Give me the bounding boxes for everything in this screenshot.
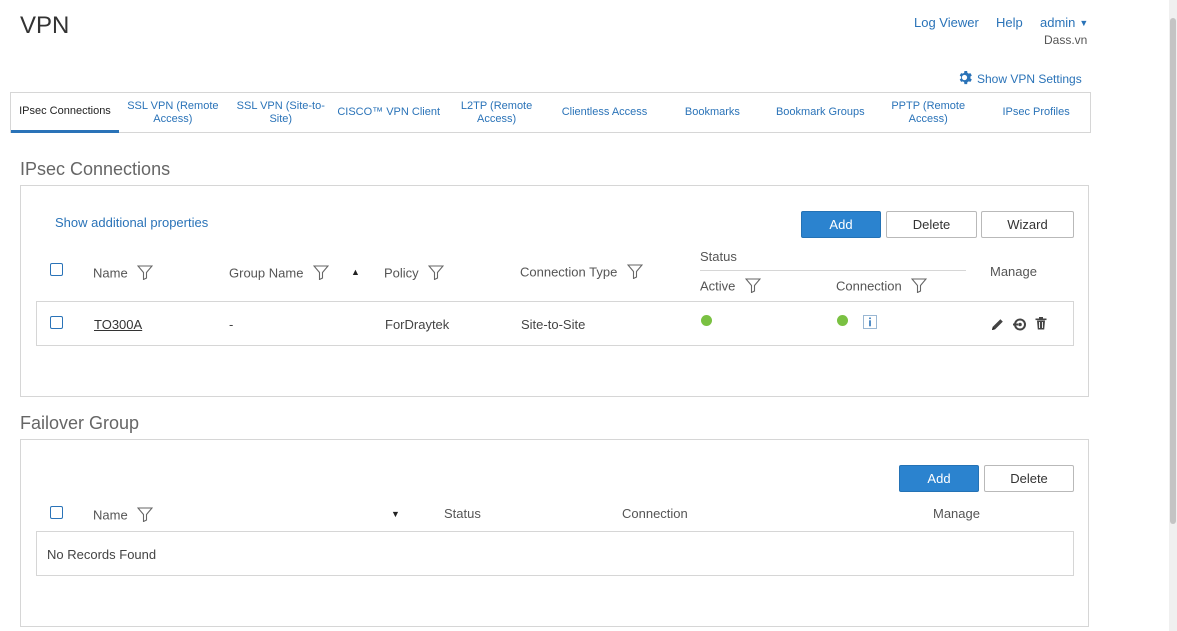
sort-descending-icon[interactable]: ▼ <box>391 509 400 519</box>
column-group-name: Group Name <box>229 265 330 283</box>
user-menu[interactable]: admin ▼ <box>1040 15 1088 30</box>
no-records-text: No Records Found <box>47 547 157 562</box>
add-failover-button[interactable]: Add <box>899 465 979 492</box>
column-connection: Connection <box>836 278 928 296</box>
tab-ipsec-connections[interactable]: IPsec Connections <box>11 93 119 133</box>
column-active-label: Active <box>700 278 736 294</box>
column-name: Name <box>93 265 154 283</box>
add-connection-button[interactable]: Add <box>801 211 881 238</box>
column-connection-type: Connection Type <box>520 264 644 282</box>
filter-icon[interactable] <box>137 265 154 283</box>
delete-failover-button[interactable]: Delete <box>984 465 1074 492</box>
log-viewer-link[interactable]: Log Viewer <box>914 15 979 30</box>
select-all-checkbox[interactable] <box>50 263 63 276</box>
filter-icon[interactable] <box>744 278 762 296</box>
policy-cell: ForDraytek <box>385 317 450 332</box>
column-status: Status <box>700 249 737 264</box>
tab-bookmarks[interactable]: Bookmarks <box>658 93 766 132</box>
trash-icon[interactable] <box>1034 316 1048 336</box>
failover-column-status: Status <box>444 506 481 521</box>
failover-column-connection: Connection <box>622 506 688 521</box>
failover-column-name-label: Name <box>93 507 128 523</box>
filter-icon[interactable] <box>626 264 644 282</box>
gear-icon <box>957 70 972 88</box>
sort-ascending-icon[interactable]: ▲ <box>351 267 360 277</box>
connection-status-dot[interactable] <box>837 315 848 326</box>
column-group-name-label: Group Name <box>229 265 304 281</box>
connect-toggle-icon[interactable] <box>1012 317 1027 337</box>
failover-column-manage: Manage <box>933 506 980 521</box>
column-connection-type-label: Connection Type <box>520 264 618 280</box>
column-active: Active <box>700 278 762 296</box>
group-name-cell: - <box>229 317 234 332</box>
scrollbar-thumb[interactable] <box>1170 18 1176 524</box>
tab-ssl-vpn-site-to-site[interactable]: SSL VPN (Site-to-Site) <box>227 93 335 132</box>
tab-l2tp-remote-access[interactable]: L2TP (Remote Access) <box>443 93 551 132</box>
column-name-label: Name <box>93 265 128 281</box>
tab-ssl-vpn-remote-access[interactable]: SSL VPN (Remote Access) <box>119 93 227 132</box>
column-policy-label: Policy <box>384 265 419 281</box>
tab-cisco-vpn-client[interactable]: CISCO™ VPN Client <box>335 93 443 132</box>
filter-icon[interactable] <box>428 265 445 283</box>
failover-section-title: Failover Group <box>20 413 140 433</box>
column-manage: Manage <box>990 264 1037 279</box>
show-vpn-settings-label: Show VPN Settings <box>977 72 1082 86</box>
status-divider <box>700 270 966 271</box>
empty-row <box>36 531 1074 576</box>
user-name: admin <box>1040 15 1076 30</box>
tab-ipsec-profiles[interactable]: IPsec Profiles <box>982 93 1090 132</box>
caret-down-icon: ▼ <box>1079 17 1089 28</box>
connection-name-link[interactable]: TO300A <box>94 317 142 332</box>
delete-connection-button[interactable]: Delete <box>886 211 977 238</box>
vpn-tabs: IPsec Connections SSL VPN (Remote Access… <box>10 92 1091 133</box>
select-all-failover-checkbox[interactable] <box>50 506 63 519</box>
column-policy: Policy <box>384 265 445 283</box>
row-checkbox[interactable] <box>50 316 63 329</box>
tab-bookmark-groups[interactable]: Bookmark Groups <box>766 93 874 132</box>
filter-icon[interactable] <box>137 507 154 525</box>
active-status-dot[interactable] <box>701 315 712 326</box>
page-title: VPN <box>20 12 70 39</box>
connection-type-cell: Site-to-Site <box>521 317 586 332</box>
help-link[interactable]: Help <box>996 15 1023 30</box>
ipsec-section-title: IPsec Connections <box>20 159 171 179</box>
failover-column-name: Name <box>93 507 154 525</box>
show-vpn-settings-link[interactable]: Show VPN Settings <box>957 70 1082 88</box>
filter-icon[interactable] <box>911 278 928 296</box>
tab-pptp-remote-access[interactable]: PPTP (Remote Access) <box>874 93 982 132</box>
column-connection-label: Connection <box>836 278 902 294</box>
info-icon[interactable] <box>863 315 877 334</box>
wizard-button[interactable]: Wizard <box>981 211 1074 238</box>
tab-clientless-access[interactable]: Clientless Access <box>551 93 659 132</box>
show-additional-properties-link[interactable]: Show additional properties <box>55 215 208 230</box>
filter-icon[interactable] <box>312 265 330 283</box>
edit-icon[interactable] <box>990 317 1005 337</box>
organization-name: Dass.vn <box>1044 33 1088 47</box>
